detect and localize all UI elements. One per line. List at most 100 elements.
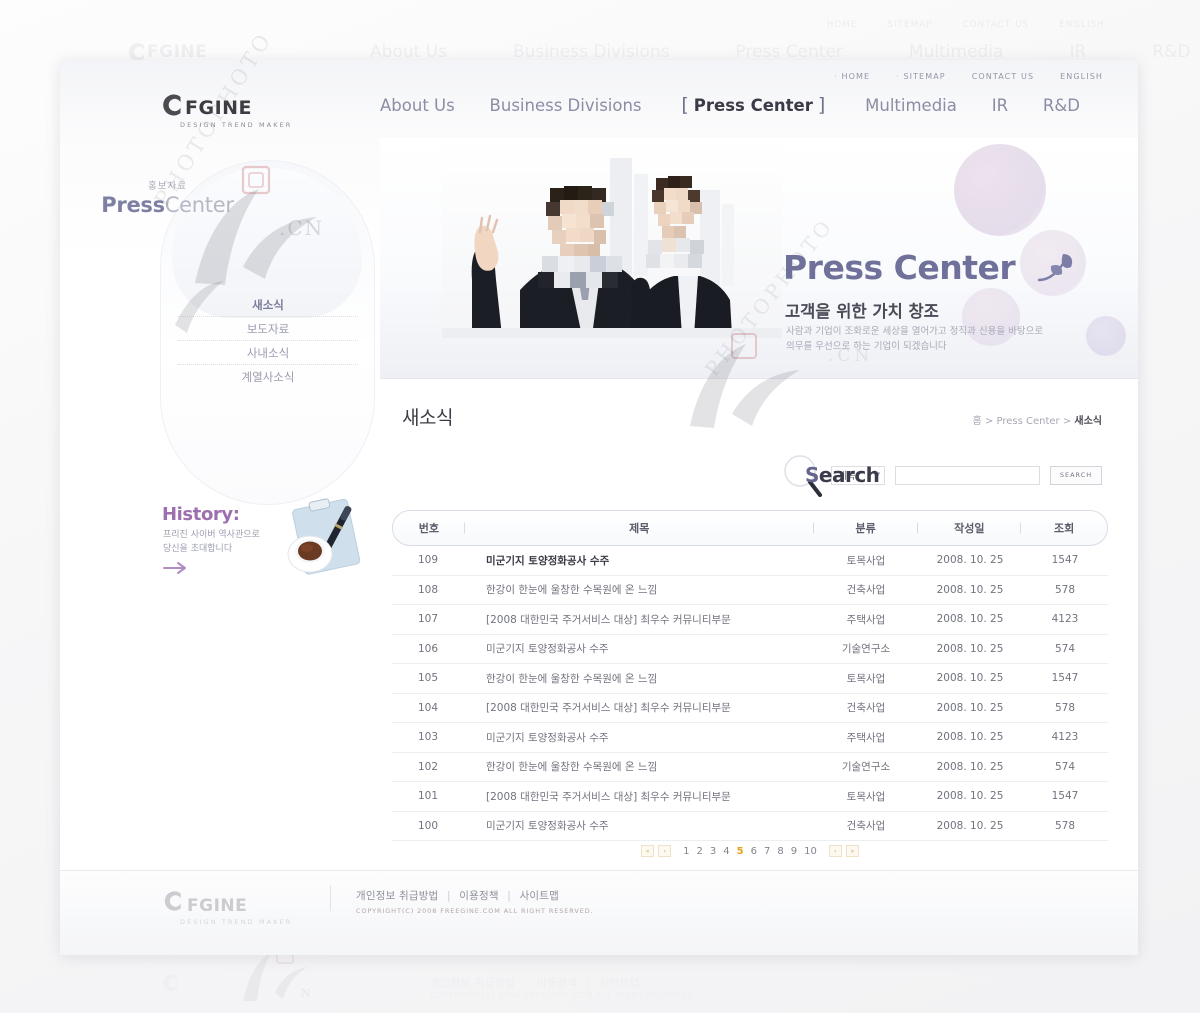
pagination-last-button[interactable]: »: [845, 845, 859, 857]
utility-nav-contact-us[interactable]: CONTACT US: [972, 72, 1034, 81]
table-row[interactable]: 102 한강이 한눈에 울창한 수목원에 온 느낌 기술연구소 2008. 10…: [392, 753, 1108, 782]
ghost-util-english: ENGLISH: [1059, 20, 1105, 30]
cell-title[interactable]: 미군기지 토양정화공사 수주: [464, 641, 814, 656]
search-input[interactable]: [895, 465, 1040, 485]
footer-logo-tagline: DESIGN TREND MAKER: [180, 918, 293, 926]
cell-title[interactable]: [2008 대한민국 주거서비스 대상] 최우수 커뮤니티부문: [464, 789, 814, 804]
history-desc-line-1: 프리진 사이버 역사관으로: [163, 530, 260, 540]
pagination-page-8[interactable]: 8: [777, 846, 783, 857]
cell-title[interactable]: 한강이 한눈에 울창한 수목원에 온 느낌: [464, 759, 814, 774]
cell-category: 기술연구소: [841, 643, 891, 656]
table-row[interactable]: 104 [2008 대한민국 주거서비스 대상] 최우수 커뮤니티부문 건축사업…: [392, 694, 1108, 723]
magnifier-icon: Search: [781, 453, 880, 497]
cell-title[interactable]: 한강이 한눈에 울창한 수목원에 온 느낌: [464, 582, 814, 597]
pagination-prev-button[interactable]: ‹: [658, 845, 672, 857]
cell-hits: 4123: [1051, 613, 1079, 626]
utility-nav-home[interactable]: HOME: [834, 72, 870, 81]
breadcrumb-home[interactable]: 홈: [973, 416, 982, 427]
table-row[interactable]: 107 [2008 대한민국 주거서비스 대상] 최우수 커뮤니티부문 주택사업…: [392, 605, 1108, 635]
hero-divider: [380, 378, 1138, 379]
sidebar-item-news[interactable]: 새소식: [178, 293, 358, 317]
pagination-page-2[interactable]: 2: [697, 846, 703, 857]
table-row[interactable]: 101 [2008 대한민국 주거서비스 대상] 최우수 커뮤니티부문 토목사업…: [392, 782, 1108, 812]
column-header-no: 번호: [393, 520, 465, 536]
cell-category: 건축사업: [846, 584, 886, 597]
nav-item-rd[interactable]: R&D: [1043, 96, 1080, 115]
cell-title[interactable]: [2008 대한민국 주거서비스 대상] 최우수 커뮤니티부문: [464, 700, 814, 715]
sidebar-title: PressCenter: [60, 193, 275, 217]
cell-title[interactable]: 미군기지 토양정화공사 수주: [464, 818, 814, 833]
sidebar-item-internal-news[interactable]: 사내소식: [178, 341, 358, 365]
nav-item-multimedia[interactable]: Multimedia: [865, 96, 957, 115]
cell-title[interactable]: [2008 대한민국 주거서비스 대상] 최우수 커뮤니티부문: [464, 612, 814, 627]
ghost-utility-nav: HOME SITEMAP CONTACT US ENGLISH: [827, 20, 1105, 30]
nav-item-about-us[interactable]: About Us: [380, 96, 455, 115]
cell-category: 건축사업: [846, 702, 886, 715]
pagination-page-3[interactable]: 3: [710, 846, 716, 857]
cell-no: 100: [417, 819, 439, 832]
breadcrumb-sep-1: >: [984, 416, 994, 427]
pagination-page-10[interactable]: 10: [804, 846, 817, 857]
cell-date: 2008. 10. 25: [936, 760, 1004, 773]
pagination-page-9[interactable]: 9: [791, 846, 797, 857]
news-table: 번호 제목 분류 작성일 조회 109 미군기지 토양정화공사 수주 토목사업 …: [392, 510, 1108, 841]
history-banner[interactable]: History: 프리진 사이버 역사관으로 당신을 초대합니다: [160, 498, 375, 593]
sidebar-menu: 새소식 보도자료 사내소식 계열사소식: [178, 293, 358, 389]
cell-title[interactable]: 미군기지 토양정화공사 수주: [464, 730, 814, 745]
hero-description-line-1: 사람과 기업이 조화로운 세상을 열어가고 정직과 신용을 바탕으로: [786, 326, 1044, 337]
nav-item-press-center-wrap[interactable]: [ Press Center ]: [676, 94, 830, 116]
sidebar-item-affiliate-news[interactable]: 계열사소식: [178, 365, 358, 389]
utility-nav-english[interactable]: ENGLISH: [1060, 72, 1103, 81]
logo-tagline: DESIGN TREND MAKER: [180, 121, 293, 129]
leaf-icon: [1035, 250, 1075, 288]
search-button[interactable]: SEARCH: [1050, 465, 1102, 485]
cell-no: 109: [417, 554, 439, 567]
hero-description: 사람과 기업이 조화로운 세상을 열어가고 정직과 신용을 바탕으로 의무를 우…: [786, 325, 1116, 354]
footer-link-terms[interactable]: 이용정책: [459, 890, 498, 902]
ghost-footer-links: 개인정보 취급방법 | 이용정책 | 사이트맵: [430, 975, 640, 990]
breadcrumb-current: 새소식: [1074, 416, 1102, 427]
table-row[interactable]: 108 한강이 한눈에 울창한 수목원에 온 느낌 건축사업 2008. 10.…: [392, 576, 1108, 605]
history-arrow-icon[interactable]: [163, 560, 189, 579]
cell-title[interactable]: 미군기지 토양정화공사 수주: [464, 553, 814, 568]
search-bar: Search 제목 ▼ SEARCH: [781, 453, 1102, 497]
pagination-page-7[interactable]: 7: [764, 846, 770, 857]
table-row[interactable]: 105 한강이 한눈에 울창한 수목원에 온 느낌 토목사업 2008. 10.…: [392, 664, 1108, 694]
footer-link-privacy[interactable]: 개인정보 취급방법: [356, 890, 438, 902]
pagination-page-6[interactable]: 6: [751, 846, 757, 857]
ghost-footer-link-policy: 이용정책: [536, 977, 578, 989]
nav-item-business-divisions[interactable]: Business Divisions: [490, 96, 642, 115]
pagination-next-button[interactable]: ›: [828, 845, 842, 857]
pagination-page-1[interactable]: 1: [683, 846, 689, 857]
footer-link-sitemap[interactable]: 사이트맵: [520, 890, 559, 902]
pagination-first-button[interactable]: «: [641, 845, 655, 857]
logo-wordmark: FGINE: [185, 97, 253, 119]
pagination-page-4[interactable]: 4: [723, 846, 729, 857]
pagination-page-5-active[interactable]: 5: [737, 846, 744, 857]
sidebar-title-bold: Press: [101, 193, 165, 217]
table-row[interactable]: 103 미군기지 토양정화공사 수주 주택사업 2008. 10. 25 412…: [392, 723, 1108, 753]
ghost-footer: 개인정보 취급방법 | 이용정책 | 사이트맵 COPYRIGHT(C) 200…: [140, 953, 1140, 1009]
site-logo[interactable]: FGINE DESIGN TREND MAKER: [158, 92, 292, 129]
cell-no: 108: [417, 583, 439, 596]
cell-hits: 1547: [1051, 790, 1079, 803]
ghost-util-contact: CONTACT US: [962, 20, 1030, 30]
table-row[interactable]: 106 미군기지 토양정화공사 수주 기술연구소 2008. 10. 25 57…: [392, 635, 1108, 664]
search-label-s: S: [805, 463, 819, 487]
cell-date: 2008. 10. 25: [936, 672, 1004, 685]
table-row[interactable]: 109 미군기지 토양정화공사 수주 토목사업 2008. 10. 25 154…: [392, 546, 1108, 576]
ghost-nav-rd: R&D: [1152, 42, 1191, 62]
nav-item-ir[interactable]: IR: [992, 96, 1008, 115]
utility-nav-sitemap[interactable]: SITEMAP: [896, 72, 946, 81]
sidebar-item-press-release[interactable]: 보도자료: [178, 317, 358, 341]
cell-title[interactable]: 한강이 한눈에 울창한 수목원에 온 느낌: [464, 671, 814, 686]
cell-hits: 578: [1054, 583, 1076, 596]
cell-date: 2008. 10. 25: [936, 583, 1004, 596]
hero-title-text: Press: [783, 248, 883, 287]
table-row[interactable]: 100 미군기지 토양정화공사 수주 건축사업 2008. 10. 25 578: [392, 812, 1108, 841]
cell-hits: 1547: [1051, 672, 1079, 685]
svg-text:N: N: [301, 987, 311, 1000]
nav-item-press-center[interactable]: Press Center: [694, 96, 813, 115]
breadcrumb-press-center[interactable]: Press Center: [996, 416, 1059, 427]
cell-no: 102: [417, 760, 439, 773]
